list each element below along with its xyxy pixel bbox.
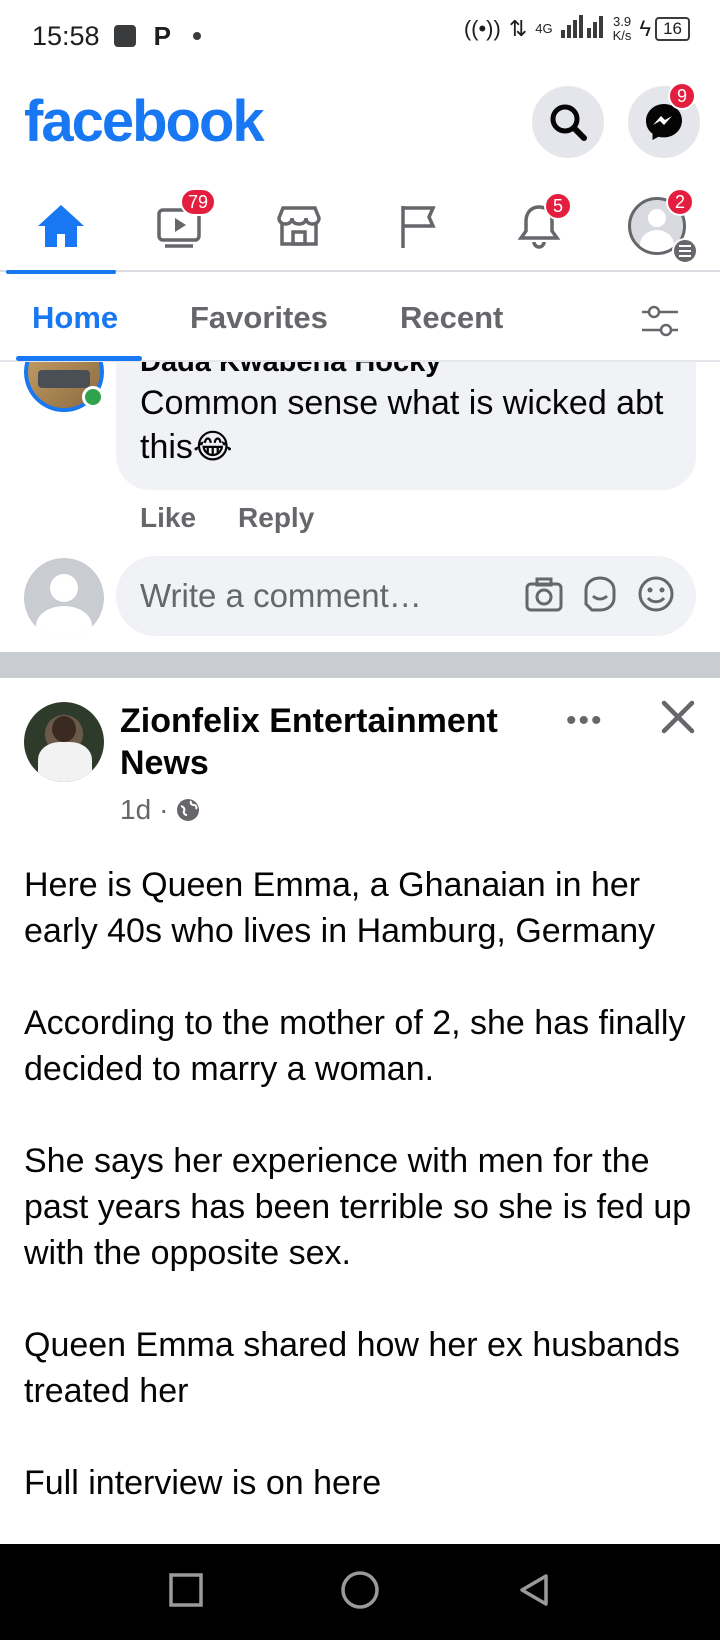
reply-button[interactable]: Reply — [238, 502, 314, 534]
my-avatar — [24, 558, 104, 638]
menu-lines-icon — [672, 238, 698, 264]
system-navigation-bar — [0, 1544, 720, 1640]
facebook-logo[interactable]: facebook — [24, 88, 265, 155]
notifications-badge: 5 — [544, 192, 572, 220]
post-text: Here is Queen Emma, a Ghanaian in her ea… — [24, 862, 704, 1544]
nav-menu[interactable]: 2 — [602, 180, 712, 272]
comment-input-placeholder: Write a comment… — [140, 577, 422, 614]
active-tab-indicator — [16, 356, 142, 361]
watch-badge: 79 — [180, 188, 217, 216]
hotspot-icon: ((•)) — [463, 16, 501, 41]
marketplace-icon — [277, 206, 321, 246]
camera-icon[interactable] — [524, 574, 564, 622]
tab-home[interactable]: Home — [32, 300, 118, 336]
nav-pages[interactable] — [364, 180, 474, 272]
data-arrows-icon: ⇅ — [508, 16, 528, 41]
nav-home[interactable] — [6, 180, 116, 274]
status-right: ((•)) ⇅ 4G 3.9 K/s ϟ 16 — [464, 14, 690, 44]
close-icon[interactable] — [660, 696, 696, 746]
notification-square-icon — [113, 25, 136, 47]
messenger-button[interactable]: 9 — [628, 82, 700, 158]
main-nav: 79 5 2 — [0, 180, 720, 274]
post-paragraph: Here is Queen Emma, a Ghanaian in her ea… — [24, 866, 656, 950]
messenger-badge: 9 — [668, 82, 696, 110]
post-paragraph: She says her experience with men for the… — [24, 1142, 692, 1272]
search-button[interactable] — [532, 86, 604, 158]
globe-icon — [177, 799, 200, 821]
net-speed: 3.9 K/s — [613, 15, 632, 43]
online-indicator — [82, 386, 104, 408]
comment-section: Dada Kwabena Hocky Common sense what is … — [0, 362, 720, 652]
flag-icon — [401, 206, 436, 248]
more-options-icon[interactable]: ••• — [566, 704, 604, 738]
comment-actions: Like Reply — [140, 502, 314, 534]
emoji-icon[interactable] — [636, 574, 676, 622]
nav-watch[interactable]: 79 — [126, 180, 236, 272]
avatar-sticker-icon[interactable] — [580, 574, 620, 622]
home-icon — [38, 205, 84, 247]
feed-filter-icon[interactable] — [640, 304, 680, 343]
menu-badge: 2 — [666, 188, 694, 216]
like-button[interactable]: Like — [140, 502, 196, 534]
parking-icon: P — [153, 20, 171, 51]
nav-notifications[interactable]: 5 — [484, 180, 594, 272]
recents-button[interactable] — [168, 1572, 204, 1613]
tab-recent[interactable]: Recent — [400, 300, 503, 336]
net-speed-value: 3.9 — [612, 14, 632, 29]
signal-icon — [560, 14, 605, 44]
comment-text: Common sense what is wicked abt this😂 — [140, 384, 664, 466]
home-button[interactable] — [340, 1570, 380, 1615]
app-header: facebook 9 — [0, 80, 720, 172]
post-paragraph: According to the mother of 2, she has fi… — [24, 1004, 686, 1088]
feed-tabs: Home Favorites Recent — [0, 276, 720, 362]
post-card: Zionfelix Entertainment News 1d · ••• He… — [0, 678, 720, 1544]
post-paragraph: Queen Emma shared how her ex husbands tr… — [24, 1326, 680, 1410]
clock: 15:58 — [32, 20, 100, 51]
composer-icons — [524, 574, 676, 622]
nav-marketplace[interactable] — [244, 180, 354, 272]
charging-icon: ϟ — [639, 16, 652, 41]
back-button[interactable] — [516, 1572, 552, 1613]
network-type: 4G — [535, 21, 553, 36]
more-notifications-dot — [192, 32, 201, 40]
meta-separator: · — [159, 794, 169, 825]
page-name[interactable]: Zionfelix Entertainment News — [120, 700, 540, 784]
comment-author[interactable]: Dada Kwabena Hocky — [140, 362, 672, 379]
status-bar: 15:58 P ((•)) ⇅ 4G 3.9 K/s ϟ 16 — [0, 0, 720, 72]
search-icon — [550, 104, 587, 141]
net-speed-unit: K/s — [612, 28, 632, 43]
post-paragraph: Full interview is on here — [24, 1464, 382, 1502]
post-time[interactable]: 1d — [120, 794, 151, 826]
battery-level: 16 — [655, 17, 690, 41]
battery-indicator: ϟ 16 — [639, 16, 690, 42]
comment-bubble: Dada Kwabena Hocky Common sense what is … — [116, 362, 696, 490]
feed-divider — [0, 652, 720, 678]
page-avatar[interactable] — [24, 702, 104, 782]
post-meta: 1d · — [120, 794, 200, 826]
comment-input[interactable]: Write a comment… — [116, 556, 696, 636]
tab-favorites[interactable]: Favorites — [190, 300, 328, 336]
